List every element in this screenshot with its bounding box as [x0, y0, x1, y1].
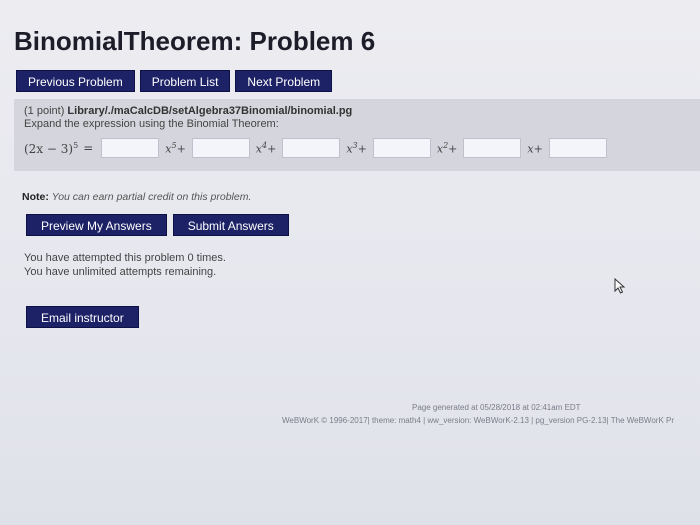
email-area: Email instructor	[26, 306, 139, 328]
attempt-status: You have attempted this problem 0 times.…	[24, 251, 226, 279]
expression: (2x − 3)5	[24, 140, 79, 156]
term-label: x5+	[165, 140, 186, 156]
term-label: x2+	[436, 140, 458, 156]
partial-credit-note: Note: You can earn partial credit on thi…	[22, 191, 251, 203]
remaining-text: You have unlimited attempts remaining.	[24, 266, 217, 278]
problem-box: (1 point) Library/./maCalcDB/setAlgebra3…	[14, 99, 700, 171]
answer-input-1[interactable]	[101, 138, 160, 158]
answer-input-6[interactable]	[548, 138, 607, 158]
equals-sign: =	[83, 141, 94, 155]
previous-problem-button[interactable]: Previous Problem	[16, 70, 135, 92]
answer-input-4[interactable]	[372, 138, 431, 158]
answer-actions: Preview My Answers Submit Answers	[26, 214, 289, 236]
page-generated-text: Page generated at 05/28/2018 at 02:41am …	[412, 403, 581, 412]
problem-navigation: Previous Problem Problem List Next Probl…	[16, 70, 333, 92]
next-problem-button[interactable]: Next Problem	[235, 70, 333, 92]
term-label: x4+	[255, 140, 277, 156]
email-instructor-button[interactable]: Email instructor	[26, 306, 139, 328]
attempted-text: You have attempted this problem 0 times.	[24, 252, 226, 264]
term-label: x+	[527, 142, 543, 156]
term-label: x3+	[346, 140, 367, 156]
submit-answers-button[interactable]: Submit Answers	[172, 214, 289, 236]
problem-list-button[interactable]: Problem List	[139, 70, 231, 92]
note-label: Note:	[22, 191, 49, 203]
footer-credits: WeBWorK © 1996-2017| theme: math4 | ww_v…	[282, 416, 675, 425]
note-text: You can earn partial credit on this prob…	[51, 191, 252, 203]
preview-answers-button[interactable]: Preview My Answers	[26, 214, 167, 236]
answer-input-5[interactable]	[463, 138, 522, 158]
mouse-pointer-icon	[614, 278, 626, 294]
page-title: BinomialTheorem: Problem 6	[14, 26, 376, 56]
problem-instruction: Expand the expression using the Binomial…	[24, 118, 279, 130]
problem-path: Library/./maCalcDB/setAlgebra37Binomial/…	[67, 105, 353, 117]
answer-input-2[interactable]	[191, 138, 250, 158]
expression-row: (2x − 3)5 = x5+ x4+ x3+ x2+ x+	[24, 138, 613, 158]
problem-points: (1 point)	[24, 105, 65, 117]
answer-input-3[interactable]	[282, 138, 341, 158]
